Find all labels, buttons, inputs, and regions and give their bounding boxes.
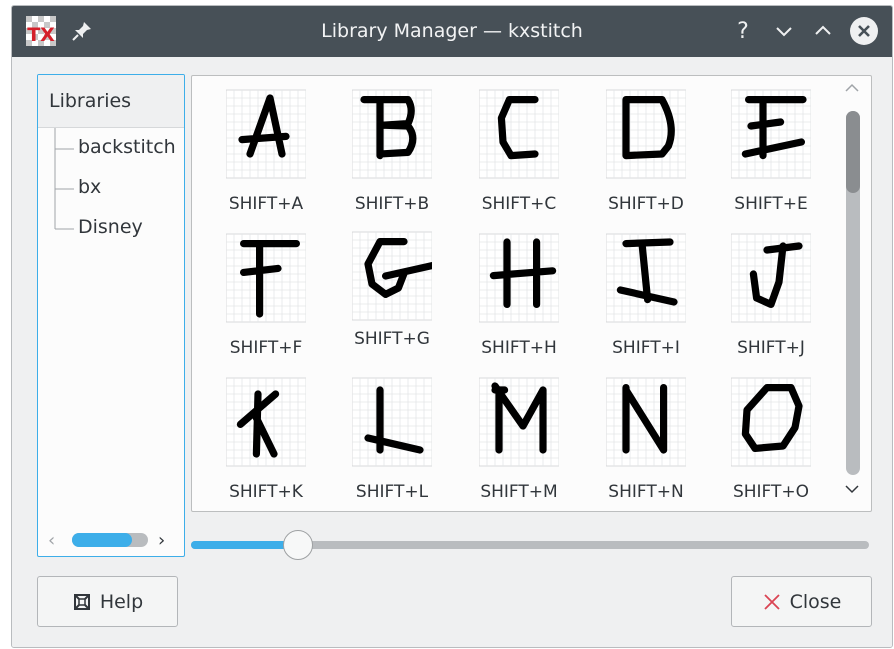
pattern-icon-grid[interactable]: SHIFT+A SHIFT+B SHIFT+C SHIFT+D SHIFT+E SHIFT…: [191, 75, 872, 512]
scroll-down-icon[interactable]: [844, 481, 860, 501]
symbol-cell-o[interactable]: SHIFT+O: [716, 367, 826, 502]
hscroll-handle[interactable]: [72, 533, 132, 547]
scroll-right-icon[interactable]: ›: [158, 530, 165, 551]
symbol-cell-m[interactable]: SHIFT+M: [464, 367, 574, 502]
symbol-thumbnail-f: [226, 233, 306, 323]
close-button[interactable]: Close: [731, 576, 872, 627]
chevron-down-icon: [776, 27, 792, 37]
help-button-label: Help: [99, 590, 144, 613]
symbol-cell-n[interactable]: SHIFT+N: [591, 367, 701, 502]
library-tree[interactable]: Libraries backstitch bx Disney ‹ ›: [37, 74, 185, 557]
symbol-label: SHIFT+K: [229, 482, 303, 502]
symbol-label: SHIFT+I: [612, 338, 680, 358]
symbol-cell-j[interactable]: SHIFT+J: [716, 223, 826, 358]
zoom-slider[interactable]: [191, 529, 871, 563]
window-close-button[interactable]: [849, 16, 879, 46]
symbol-label: SHIFT+H: [481, 338, 557, 358]
symbol-label: SHIFT+G: [354, 329, 430, 349]
help-button[interactable]: Help: [37, 576, 178, 627]
tree-horizontal-scrollbar[interactable]: ‹ ›: [38, 526, 184, 554]
symbol-cell-a[interactable]: SHIFT+A: [211, 79, 321, 214]
symbol-thumbnail-b: [352, 89, 432, 179]
symbol-cell-h[interactable]: SHIFT+H: [464, 223, 574, 358]
symbol-label: SHIFT+A: [228, 194, 304, 214]
symbol-cell-c[interactable]: SHIFT+C: [464, 79, 574, 214]
symbol-thumbnail-l: [352, 377, 432, 467]
scroll-left-icon[interactable]: ‹: [48, 530, 55, 551]
window-title: Library Manager — kxstitch: [321, 20, 583, 42]
symbol-cell-k[interactable]: SHIFT+K: [211, 367, 321, 502]
scroll-up-icon[interactable]: [844, 80, 860, 100]
slider-handle[interactable]: [283, 530, 313, 560]
symbol-label: SHIFT+O: [732, 482, 810, 502]
symbol-label: SHIFT+N: [608, 482, 684, 502]
library-manager-window: TX Library Manager — kxstitch ? Librarie…: [11, 5, 893, 648]
symbol-cell-e[interactable]: SHIFT+E: [716, 79, 826, 214]
symbol-thumbnail-i: [606, 233, 686, 323]
tree-header-label: Libraries: [49, 90, 132, 112]
grid-vertical-scrollbar[interactable]: [836, 76, 870, 511]
symbol-cell-g[interactable]: SHIFT+G: [337, 221, 447, 351]
tree-item-disney[interactable]: Disney: [78, 216, 143, 238]
symbol-thumbnail-j: [731, 233, 811, 323]
symbol-thumbnail-k: [226, 377, 306, 467]
symbol-thumbnail-c: [479, 89, 559, 179]
symbol-cell-b[interactable]: SHIFT+B: [337, 79, 447, 214]
symbol-thumbnail-d: [606, 89, 686, 179]
minimize-button[interactable]: [769, 16, 799, 46]
symbol-label: SHIFT+L: [355, 482, 429, 502]
symbol-label: SHIFT+B: [354, 194, 430, 214]
symbol-thumbnail-n: [606, 377, 686, 467]
title-bar[interactable]: TX Library Manager — kxstitch ?: [12, 6, 892, 57]
tree-item-bx[interactable]: bx: [78, 176, 101, 198]
symbol-cell-l[interactable]: SHIFT+L: [337, 367, 447, 502]
symbol-cell-f[interactable]: SHIFT+F: [211, 223, 321, 358]
symbol-thumbnail-e: [731, 89, 811, 179]
symbol-label: SHIFT+C: [481, 194, 557, 214]
slider-fill: [191, 541, 297, 549]
symbol-thumbnail-a: [226, 89, 306, 179]
tree-branch-lines: [54, 128, 74, 230]
x-icon: [763, 593, 780, 610]
symbol-thumbnail-o: [731, 377, 811, 467]
symbol-thumbnail-g: [352, 231, 432, 321]
vscroll-handle[interactable]: [846, 111, 860, 193]
symbol-cell-d[interactable]: SHIFT+D: [591, 79, 701, 214]
symbol-thumbnail-h: [479, 233, 559, 323]
tree-item-backstitch[interactable]: backstitch: [78, 136, 176, 158]
symbol-label: SHIFT+J: [737, 338, 805, 358]
close-icon: [850, 17, 878, 45]
symbol-cell-i[interactable]: SHIFT+I: [591, 223, 701, 358]
symbol-label: SHIFT+F: [229, 338, 303, 358]
tree-header[interactable]: Libraries: [38, 75, 184, 128]
symbol-label: SHIFT+D: [608, 194, 684, 214]
close-button-label: Close: [789, 590, 842, 613]
symbol-label: SHIFT+M: [480, 482, 558, 502]
context-help-button[interactable]: ?: [728, 16, 758, 46]
dialog-content: Libraries backstitch bx Disney ‹ › SHIFT…: [12, 57, 892, 647]
maximize-button[interactable]: [808, 16, 838, 46]
lifebuoy-icon: [73, 593, 90, 610]
symbol-thumbnail-m: [479, 377, 559, 467]
chevron-up-icon: [815, 25, 831, 35]
symbol-label: SHIFT+E: [734, 194, 808, 214]
